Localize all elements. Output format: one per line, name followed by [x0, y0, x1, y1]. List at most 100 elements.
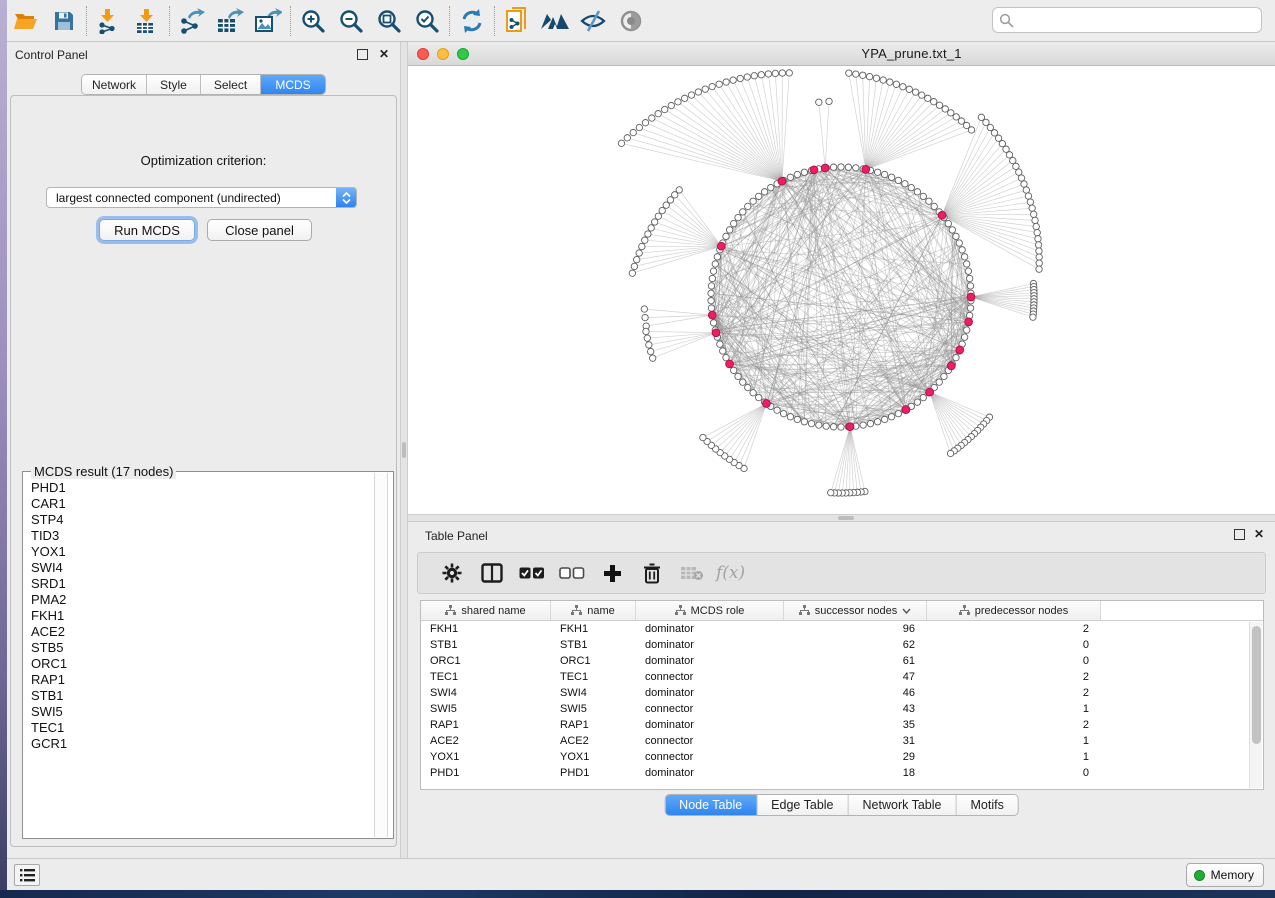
table-row[interactable]: SWI4SWI4dominator462	[421, 685, 1263, 701]
tab-select[interactable]: Select	[201, 75, 261, 94]
mcds-result-item[interactable]: ORC1	[24, 656, 376, 672]
select-stepper-icon	[336, 188, 356, 207]
network-graph[interactable]	[408, 66, 1275, 514]
table-row[interactable]: ACE2ACE2connector311	[421, 733, 1263, 749]
export-image-button[interactable]	[249, 4, 287, 38]
export-network-button[interactable]	[173, 4, 211, 38]
tab-mcds[interactable]: MCDS	[261, 75, 325, 94]
tab-network-table[interactable]: Network Table	[849, 795, 957, 815]
horizontal-splitter[interactable]	[408, 514, 1275, 522]
network-canvas[interactable]	[408, 66, 1275, 514]
mcds-result-item[interactable]: PHD1	[24, 480, 376, 496]
table-cell: dominator	[636, 685, 784, 701]
close-table-panel-icon[interactable]: ✕	[1254, 527, 1264, 541]
mcds-result-item[interactable]: YOX1	[24, 544, 376, 560]
mcds-result-item[interactable]: ACE2	[24, 624, 376, 640]
apply-layout-button[interactable]	[453, 4, 491, 38]
table-row[interactable]: STB1STB1dominator620	[421, 637, 1263, 653]
unselect-all-columns-button[interactable]	[552, 556, 592, 590]
graph-nodes[interactable]	[618, 70, 1042, 497]
float-panel-icon[interactable]	[357, 49, 368, 60]
mcds-result-item[interactable]: STB1	[24, 688, 376, 704]
mcds-result-item[interactable]: FKH1	[24, 608, 376, 624]
mcds-result-item[interactable]: PMA2	[24, 592, 376, 608]
float-table-panel-icon[interactable]	[1234, 529, 1245, 540]
table-cell: TEC1	[421, 669, 551, 685]
zoom-out-button[interactable]	[332, 4, 370, 38]
delete-columns-button[interactable]	[632, 556, 672, 590]
optimization-criterion-label: Optimization criterion:	[11, 153, 396, 168]
table-row[interactable]: SWI5SWI5connector431	[421, 701, 1263, 717]
table-row[interactable]: TEC1TEC1connector472	[421, 669, 1263, 685]
table-settings-button[interactable]	[432, 556, 472, 590]
mcds-result-item[interactable]: SWI5	[24, 704, 376, 720]
select-all-columns-button[interactable]	[512, 556, 552, 590]
search-box[interactable]	[992, 7, 1262, 33]
table-row[interactable]: FKH1FKH1dominator962	[421, 621, 1263, 637]
table-row[interactable]: PHD1PHD1dominator180	[421, 765, 1263, 781]
mcds-result-item[interactable]: TID3	[24, 528, 376, 544]
toolbar-separator	[494, 6, 495, 36]
mcds-result-item[interactable]: STP4	[24, 512, 376, 528]
vertical-splitter[interactable]	[400, 42, 408, 858]
close-panel-icon[interactable]: ✕	[379, 47, 389, 61]
status-bar: Memory	[7, 858, 1275, 890]
network-window-titlebar: YPA_prune.txt_1	[408, 42, 1275, 66]
optimization-criterion-value: largest connected component (undirected)	[47, 191, 336, 205]
search-network-button[interactable]	[536, 4, 574, 38]
mcds-result-item[interactable]: CAR1	[24, 496, 376, 512]
open-session-button[interactable]	[7, 4, 45, 38]
column-header-successor-nodes[interactable]: successor nodes	[784, 601, 927, 620]
table-row[interactable]: YOX1YOX1connector291	[421, 749, 1263, 765]
table-cell: 29	[784, 749, 927, 765]
memory-button[interactable]: Memory	[1186, 863, 1264, 887]
import-table-button[interactable]	[128, 4, 166, 38]
tab-edge-table[interactable]: Edge Table	[757, 795, 848, 815]
mcds-result-scrollbar[interactable]	[374, 473, 388, 837]
tab-motifs[interactable]: Motifs	[956, 795, 1017, 815]
mcds-result-item[interactable]: GCR1	[24, 736, 376, 752]
hide-selected-button[interactable]	[574, 4, 612, 38]
mcds-result-item[interactable]: RAP1	[24, 672, 376, 688]
create-column-button[interactable]	[592, 556, 632, 590]
export-table-icon	[216, 8, 244, 34]
search-input[interactable]	[1019, 13, 1255, 27]
zoom-in-button[interactable]	[294, 4, 332, 38]
optimization-criterion-select[interactable]: largest connected component (undirected)	[46, 187, 357, 208]
table-cell: 0	[927, 765, 1101, 781]
tab-node-table[interactable]: Node Table	[665, 795, 757, 815]
run-mcds-button[interactable]: Run MCDS	[99, 219, 195, 241]
splitter-grip[interactable]	[838, 516, 854, 520]
column-header-predecessor-nodes[interactable]: predecessor nodes	[927, 601, 1101, 620]
mcds-result-title: MCDS result (17 nodes)	[31, 464, 176, 479]
column-header-name[interactable]: name	[551, 601, 636, 620]
import-network-button[interactable]	[90, 4, 128, 38]
column-header-MCDS-role[interactable]: MCDS role	[636, 601, 784, 620]
table-scrollbar-thumb[interactable]	[1252, 626, 1261, 744]
save-session-button[interactable]	[45, 4, 83, 38]
toggle-panel-mode-button[interactable]	[472, 556, 512, 590]
mcds-result-item[interactable]: SRD1	[24, 576, 376, 592]
mcds-result-item[interactable]: STB5	[24, 640, 376, 656]
tab-style[interactable]: Style	[147, 75, 201, 94]
mcds-result-item[interactable]: SWI4	[24, 560, 376, 576]
table-panel-tabs: Node Table Edge Table Network Table Moti…	[664, 794, 1019, 816]
table-cell: SWI4	[421, 685, 551, 701]
show-all-button[interactable]	[612, 4, 650, 38]
table-row[interactable]: RAP1RAP1dominator352	[421, 717, 1263, 733]
close-panel-button[interactable]: Close panel	[207, 219, 312, 241]
zoom-selected-button[interactable]	[408, 4, 446, 38]
show-task-history-button[interactable]	[14, 864, 40, 886]
column-header-shared-name[interactable]: shared name	[421, 601, 551, 620]
table-row[interactable]: ORC1ORC1dominator610	[421, 653, 1263, 669]
network-window-title: YPA_prune.txt_1	[408, 46, 1275, 61]
table-scrollbar[interactable]	[1249, 622, 1262, 788]
zoom-fit-button[interactable]	[370, 4, 408, 38]
splitter-grip[interactable]	[402, 442, 406, 458]
network-document-button[interactable]	[498, 4, 536, 38]
table-cell: connector	[636, 733, 784, 749]
mcds-result-item[interactable]: TEC1	[24, 720, 376, 736]
export-table-button[interactable]	[211, 4, 249, 38]
tab-network[interactable]: Network	[82, 75, 147, 94]
zoom-out-icon	[338, 8, 364, 34]
